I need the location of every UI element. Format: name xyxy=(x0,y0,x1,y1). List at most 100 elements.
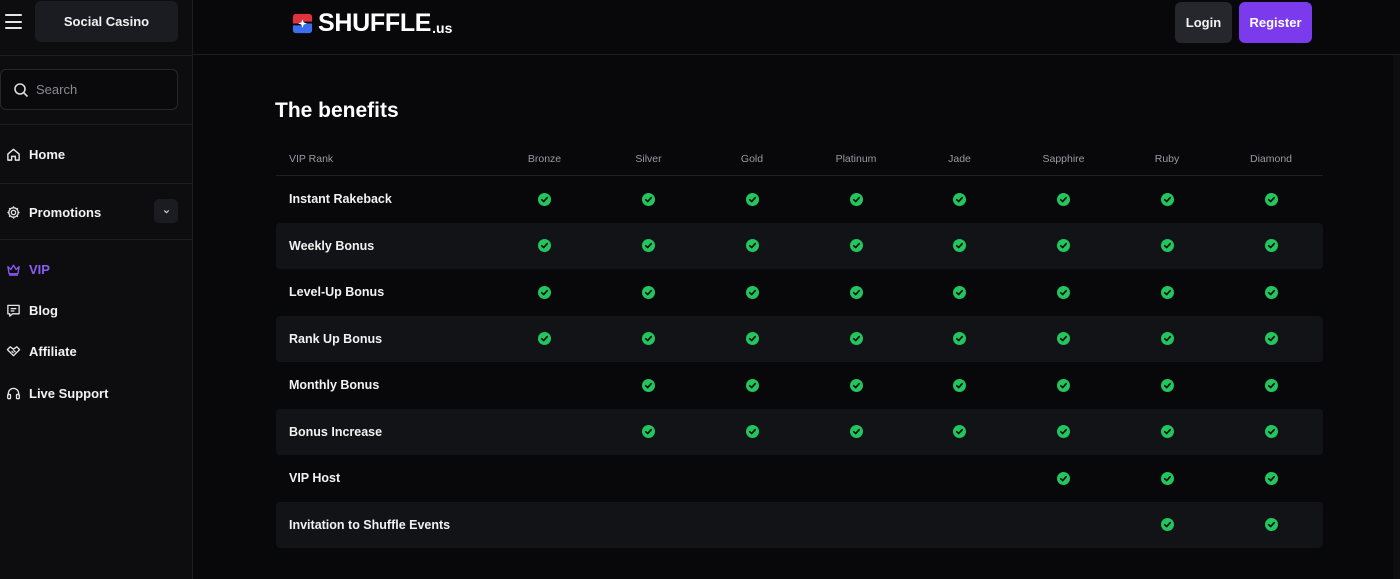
promotions-expand-button[interactable] xyxy=(154,199,178,223)
check-icon xyxy=(1057,332,1070,346)
benefits-table: VIP Rank Bronze Silver Gold Platinum Jade Sap… xyxy=(276,140,1323,548)
register-button[interactable]: Register xyxy=(1239,2,1312,43)
sidebar-item-label: Live Support xyxy=(29,385,109,401)
gear-icon xyxy=(6,205,21,220)
check-icon xyxy=(642,425,655,439)
benefit-label: Instant Rakeback xyxy=(289,192,392,207)
benefit-label: Monthly Bonus xyxy=(289,378,380,393)
check-icon xyxy=(849,378,863,392)
check-icon xyxy=(1160,192,1174,206)
sidebar-item-label: VIP xyxy=(29,261,50,277)
column-header-vip-rank: VIP Rank xyxy=(289,153,334,165)
check-icon xyxy=(1264,518,1278,532)
sidebar-item-label: Promotions xyxy=(29,204,102,220)
check-icon xyxy=(1264,239,1278,253)
logo-text: SHUFFLE xyxy=(318,8,432,37)
check-icon xyxy=(1057,471,1070,485)
check-icon xyxy=(953,239,966,253)
column-header-platinum: Platinum xyxy=(835,153,877,165)
check-icon xyxy=(953,285,966,299)
logo[interactable]: SHUFFLE .us xyxy=(291,9,452,37)
sidebar-item-vip[interactable]: VIP xyxy=(0,254,192,284)
check-icon xyxy=(953,192,966,206)
check-icon xyxy=(849,425,863,439)
check-icon xyxy=(642,285,655,299)
check-icon xyxy=(642,192,655,206)
check-icon xyxy=(849,332,863,346)
check-icon xyxy=(1160,518,1174,532)
headset-icon xyxy=(6,386,21,401)
check-icon xyxy=(1264,332,1278,346)
benefit-label: Bonus Increase xyxy=(289,424,383,439)
sidebar-item-blog[interactable]: Blog xyxy=(0,295,192,325)
check-icon xyxy=(745,425,759,439)
check-icon xyxy=(538,192,551,206)
page-title: The benefits xyxy=(275,99,399,122)
check-icon xyxy=(1160,239,1174,253)
check-icon xyxy=(642,332,655,346)
check-icon xyxy=(849,239,863,253)
shuffle-logo-icon xyxy=(292,13,313,33)
table-row: Bonus Increase xyxy=(276,408,1323,455)
check-icon xyxy=(849,192,863,206)
column-header-ruby: Ruby xyxy=(1154,153,1180,165)
check-icon xyxy=(1057,239,1070,253)
check-icon xyxy=(953,378,966,392)
top-header: SHUFFLE .us Login Register xyxy=(193,0,1400,55)
check-icon xyxy=(1057,192,1070,206)
sidebar-item-label: Home xyxy=(29,146,66,162)
check-icon xyxy=(1160,425,1174,439)
chat-icon xyxy=(6,303,21,318)
check-icon xyxy=(1160,378,1174,392)
sidebar-item-label: Affiliate xyxy=(29,343,77,359)
column-header-diamond: Diamond xyxy=(1249,153,1293,165)
benefit-label: Rank Up Bonus xyxy=(289,331,383,346)
check-icon xyxy=(538,332,551,346)
check-icon xyxy=(538,239,551,253)
column-header-jade: Jade xyxy=(948,153,971,165)
sidebar-divider xyxy=(0,183,192,184)
table-row: VIP Host xyxy=(276,455,1323,502)
check-icon xyxy=(1057,378,1070,392)
check-icon xyxy=(642,378,655,392)
check-icon xyxy=(1264,471,1278,485)
sidebar-divider xyxy=(0,239,192,240)
home-icon xyxy=(6,147,21,162)
check-icon xyxy=(1264,378,1278,392)
check-icon xyxy=(745,378,759,392)
check-icon xyxy=(1160,332,1174,346)
sidebar-divider xyxy=(0,124,192,125)
handshake-icon xyxy=(6,344,21,359)
crown-icon xyxy=(6,262,21,277)
table-row: Weekly Bonus xyxy=(276,222,1323,269)
table-header: VIP Rank Bronze Silver Gold Platinum Jade Sap… xyxy=(276,140,1323,176)
sidebar-item-home[interactable]: Home xyxy=(0,139,192,169)
column-header-silver: Silver xyxy=(635,153,662,165)
sidebar-item-affiliate[interactable]: Affiliate xyxy=(0,336,192,366)
table-row: Invitation to Shuffle Events xyxy=(276,501,1323,548)
search-box[interactable] xyxy=(0,69,178,110)
column-header-gold: Gold xyxy=(740,153,764,165)
check-icon xyxy=(849,285,863,299)
check-icon xyxy=(745,192,759,206)
chevron-down-icon xyxy=(163,209,169,213)
check-icon xyxy=(642,239,655,253)
table-row: Rank Up Bonus xyxy=(276,315,1323,362)
scrollbar[interactable] xyxy=(1393,55,1400,579)
sidebar-divider xyxy=(0,55,192,56)
login-button[interactable]: Login xyxy=(1175,2,1232,43)
column-header-bronze: Bronze xyxy=(527,153,562,165)
check-icon xyxy=(1160,471,1174,485)
check-icon xyxy=(1057,285,1070,299)
search-input[interactable] xyxy=(36,82,156,97)
menu-icon[interactable] xyxy=(5,14,22,29)
sidebar-item-live-support[interactable]: Live Support xyxy=(0,378,192,408)
table-row: Instant Rakeback xyxy=(276,176,1323,223)
benefit-label: Weekly Bonus xyxy=(289,238,375,253)
social-casino-button[interactable]: Social Casino xyxy=(35,1,178,42)
logo-suffix: .us xyxy=(432,19,453,36)
check-icon xyxy=(1264,425,1278,439)
check-icon xyxy=(745,332,759,346)
check-icon xyxy=(1160,285,1174,299)
search-icon xyxy=(14,82,29,97)
